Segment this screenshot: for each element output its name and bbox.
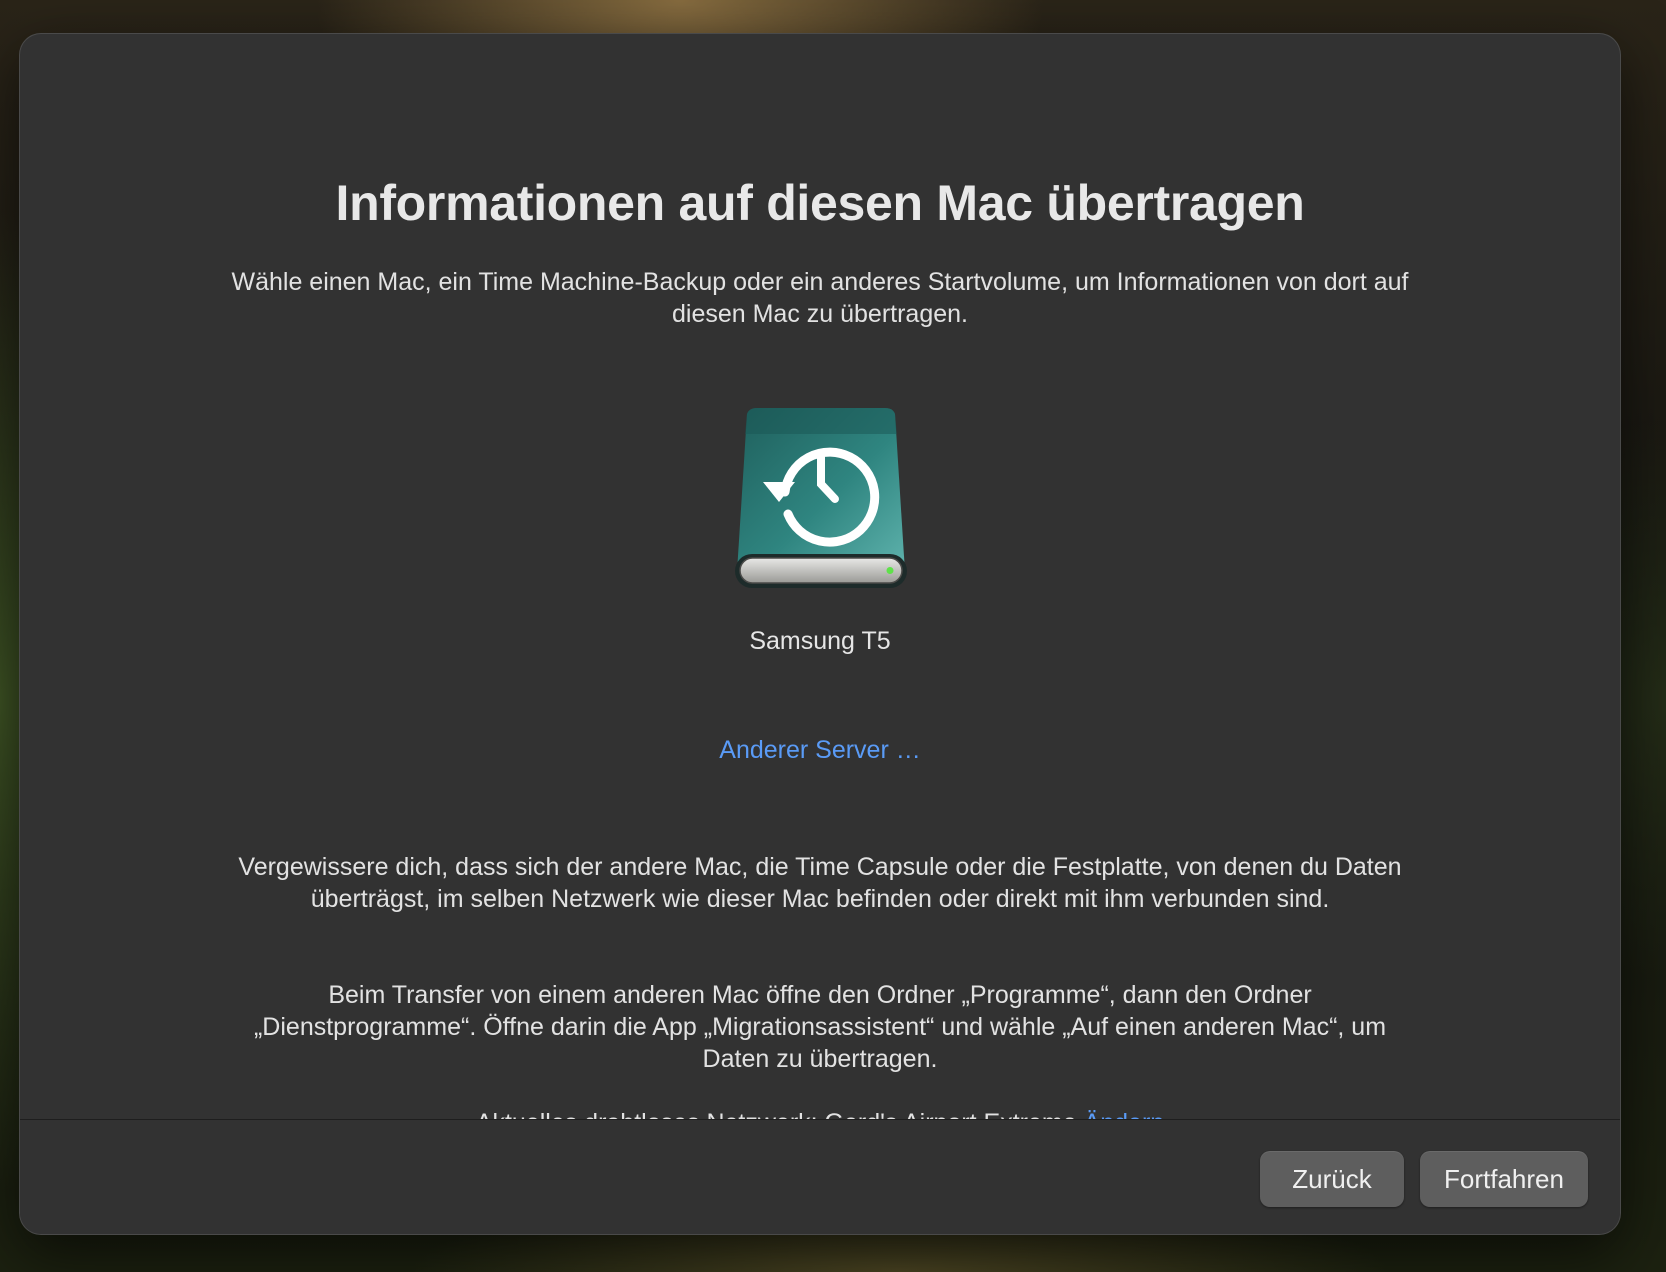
content-area: Informationen auf diesen Mac übertragen … — [20, 34, 1620, 1119]
info-paragraph-network: Vergewissere dich, dass sich der andere … — [238, 853, 1402, 913]
network-label: Aktuelles drahtloses Netzwerk: — [476, 1109, 818, 1119]
migration-assistant-window: Informationen auf diesen Mac übertragen … — [19, 33, 1621, 1235]
page-subtitle: Wähle einen Mac, ein Time Machine-Backup… — [231, 268, 1409, 328]
other-server-row: Anderer Server … — [20, 736, 1620, 765]
network-name: Gerd's Airport Extreme — [825, 1109, 1077, 1119]
time-machine-drive-icon[interactable] — [733, 404, 909, 616]
page-title: Informationen auf diesen Mac übertragen — [335, 175, 1305, 231]
drive-name: Samsung T5 — [749, 627, 891, 655]
info-paragraph-transfer: Beim Transfer von einem anderen Mac öffn… — [253, 981, 1387, 1073]
change-network-link[interactable]: Ändern — [1084, 1109, 1165, 1119]
current-network-row: Aktuelles drahtloses Netzwerk: Gerd's Ai… — [20, 1107, 1620, 1119]
continue-button[interactable]: Fortfahren — [1420, 1151, 1588, 1207]
other-server-link[interactable]: Anderer Server … — [719, 736, 920, 764]
back-button[interactable]: Zurück — [1260, 1151, 1404, 1207]
